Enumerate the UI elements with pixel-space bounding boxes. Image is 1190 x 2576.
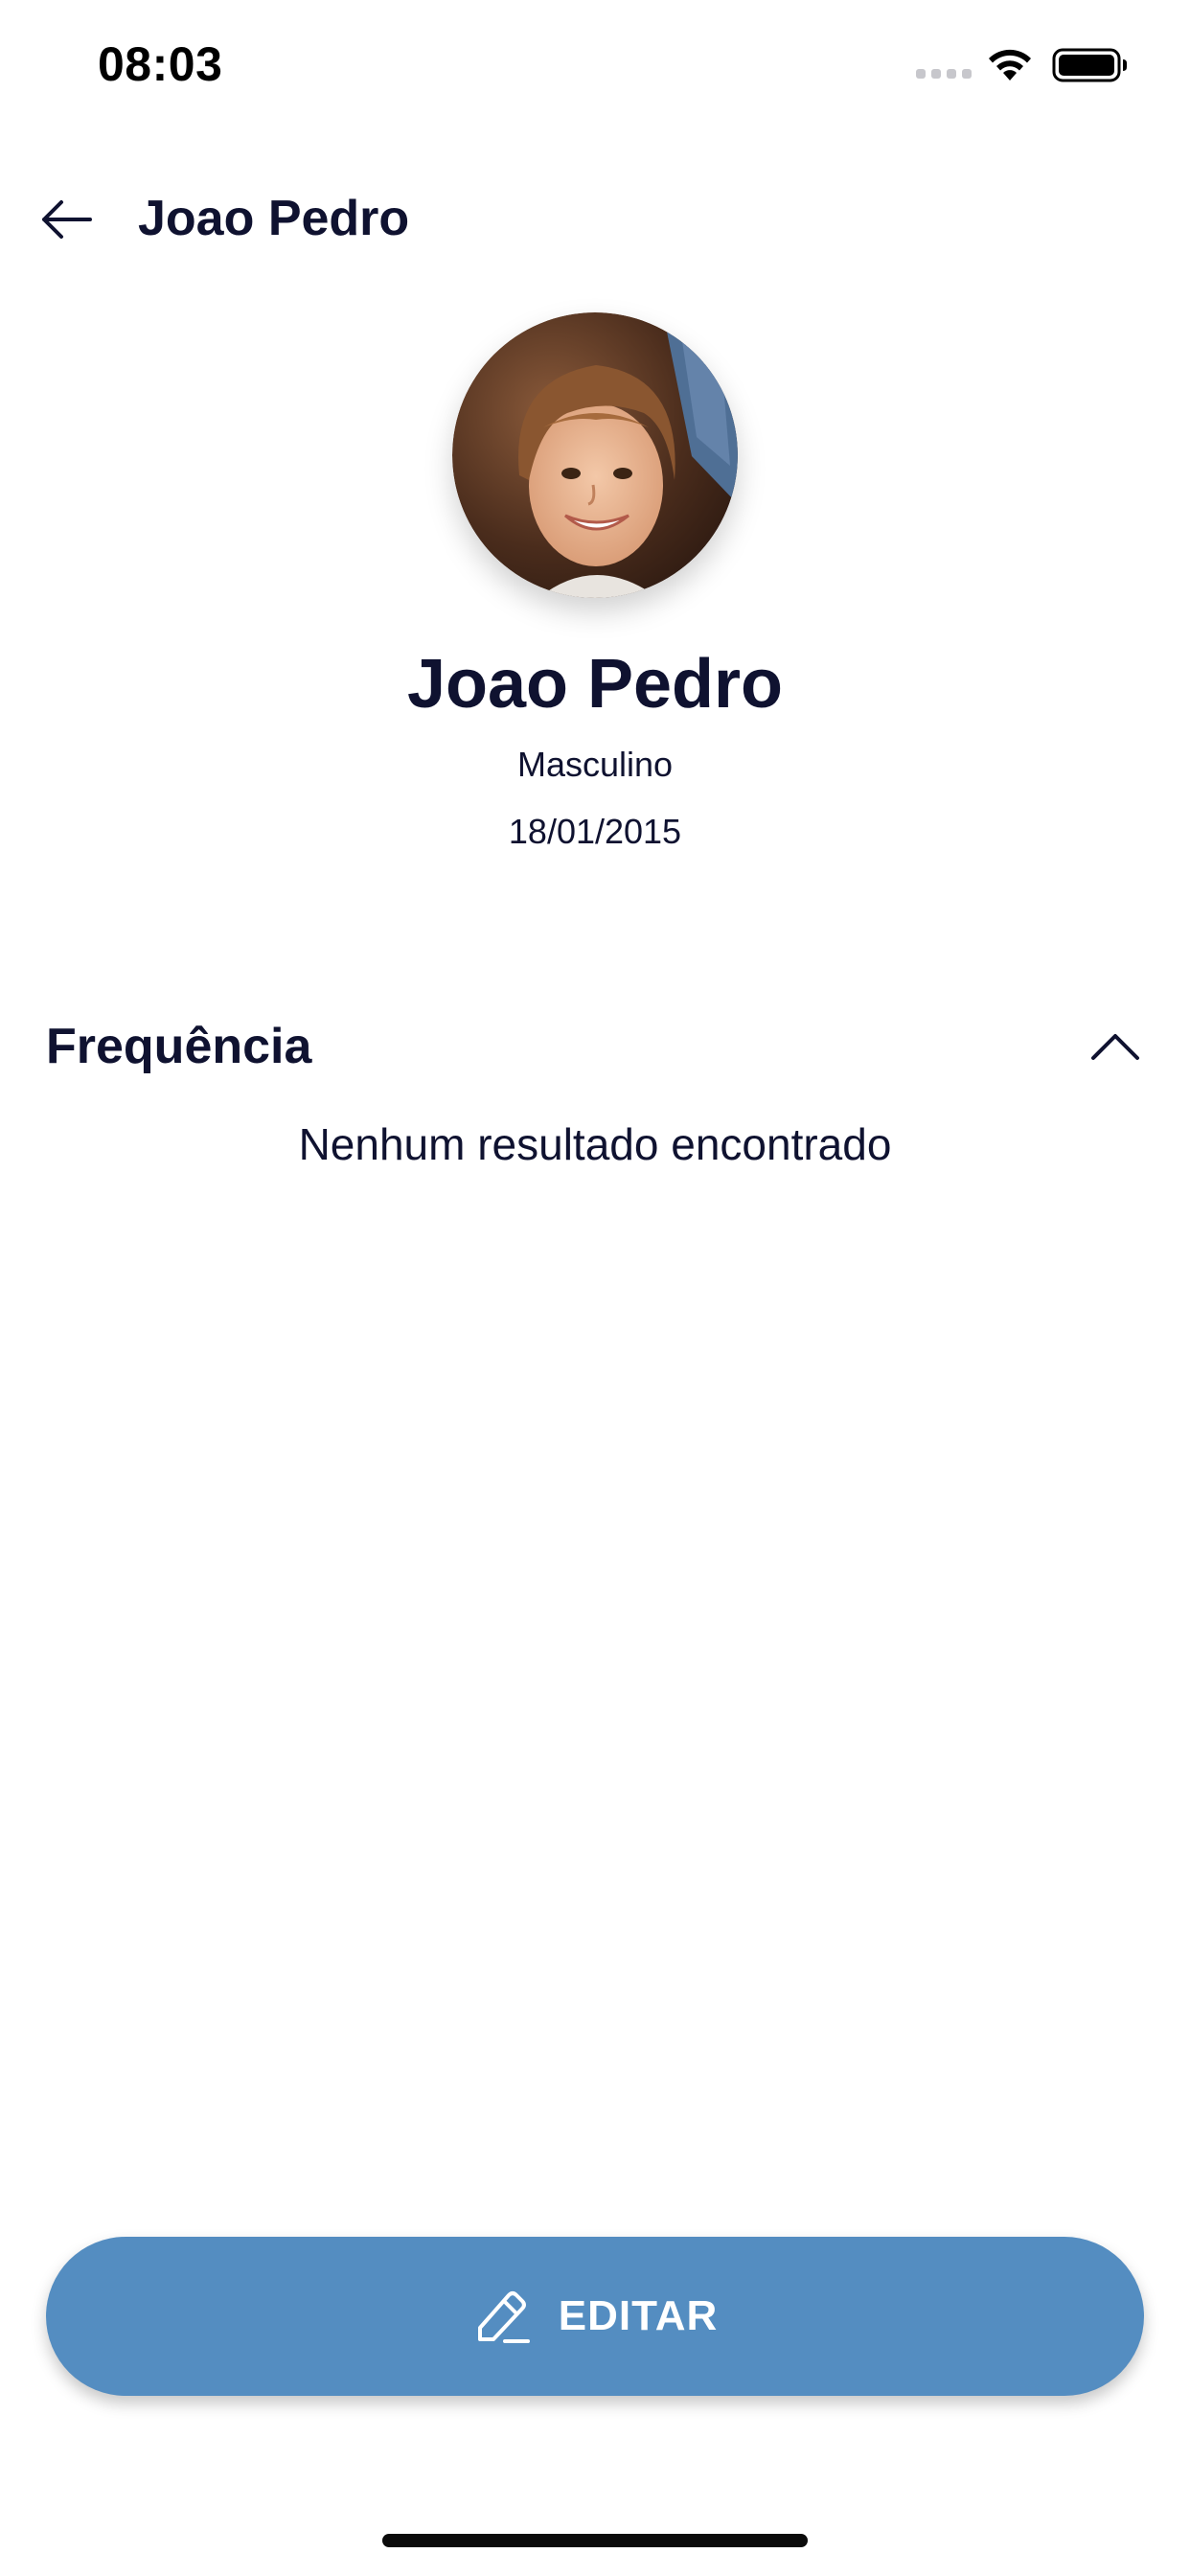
page-title: Joao Pedro: [138, 191, 410, 246]
home-indicator[interactable]: [382, 2534, 808, 2547]
collapse-toggle[interactable]: [1087, 1018, 1144, 1075]
back-button[interactable]: [34, 188, 98, 251]
signal-icon: [916, 69, 972, 79]
chevron-up-icon: [1091, 1034, 1139, 1060]
section-title: Frequência: [46, 1019, 312, 1074]
edit-button-label: EDITAR: [558, 2292, 719, 2339]
top-bar: Joao Pedro: [0, 172, 1190, 264]
empty-state-message: Nenhum resultado encontrado: [298, 1119, 892, 1169]
avatar: [452, 312, 738, 598]
pencil-icon: [477, 2291, 530, 2343]
profile-birthdate: 18/01/2015: [508, 812, 682, 851]
profile-gender: Masculino: [516, 745, 674, 784]
child-profile-screen: 08:03 Joao Pedro Joao Pedro Masculino 18…: [0, 0, 1190, 2576]
wifi-icon: [989, 49, 1031, 80]
arrow-left-icon: [42, 200, 92, 239]
status-time: 08:03: [98, 37, 223, 91]
frequency-section-header[interactable]: Frequência: [46, 1006, 1144, 1083]
status-bar: 08:03: [0, 0, 1190, 134]
edit-button[interactable]: EDITAR: [46, 2237, 1144, 2396]
battery-icon: [1052, 48, 1127, 82]
profile-name: Joao Pedro: [406, 646, 784, 723]
